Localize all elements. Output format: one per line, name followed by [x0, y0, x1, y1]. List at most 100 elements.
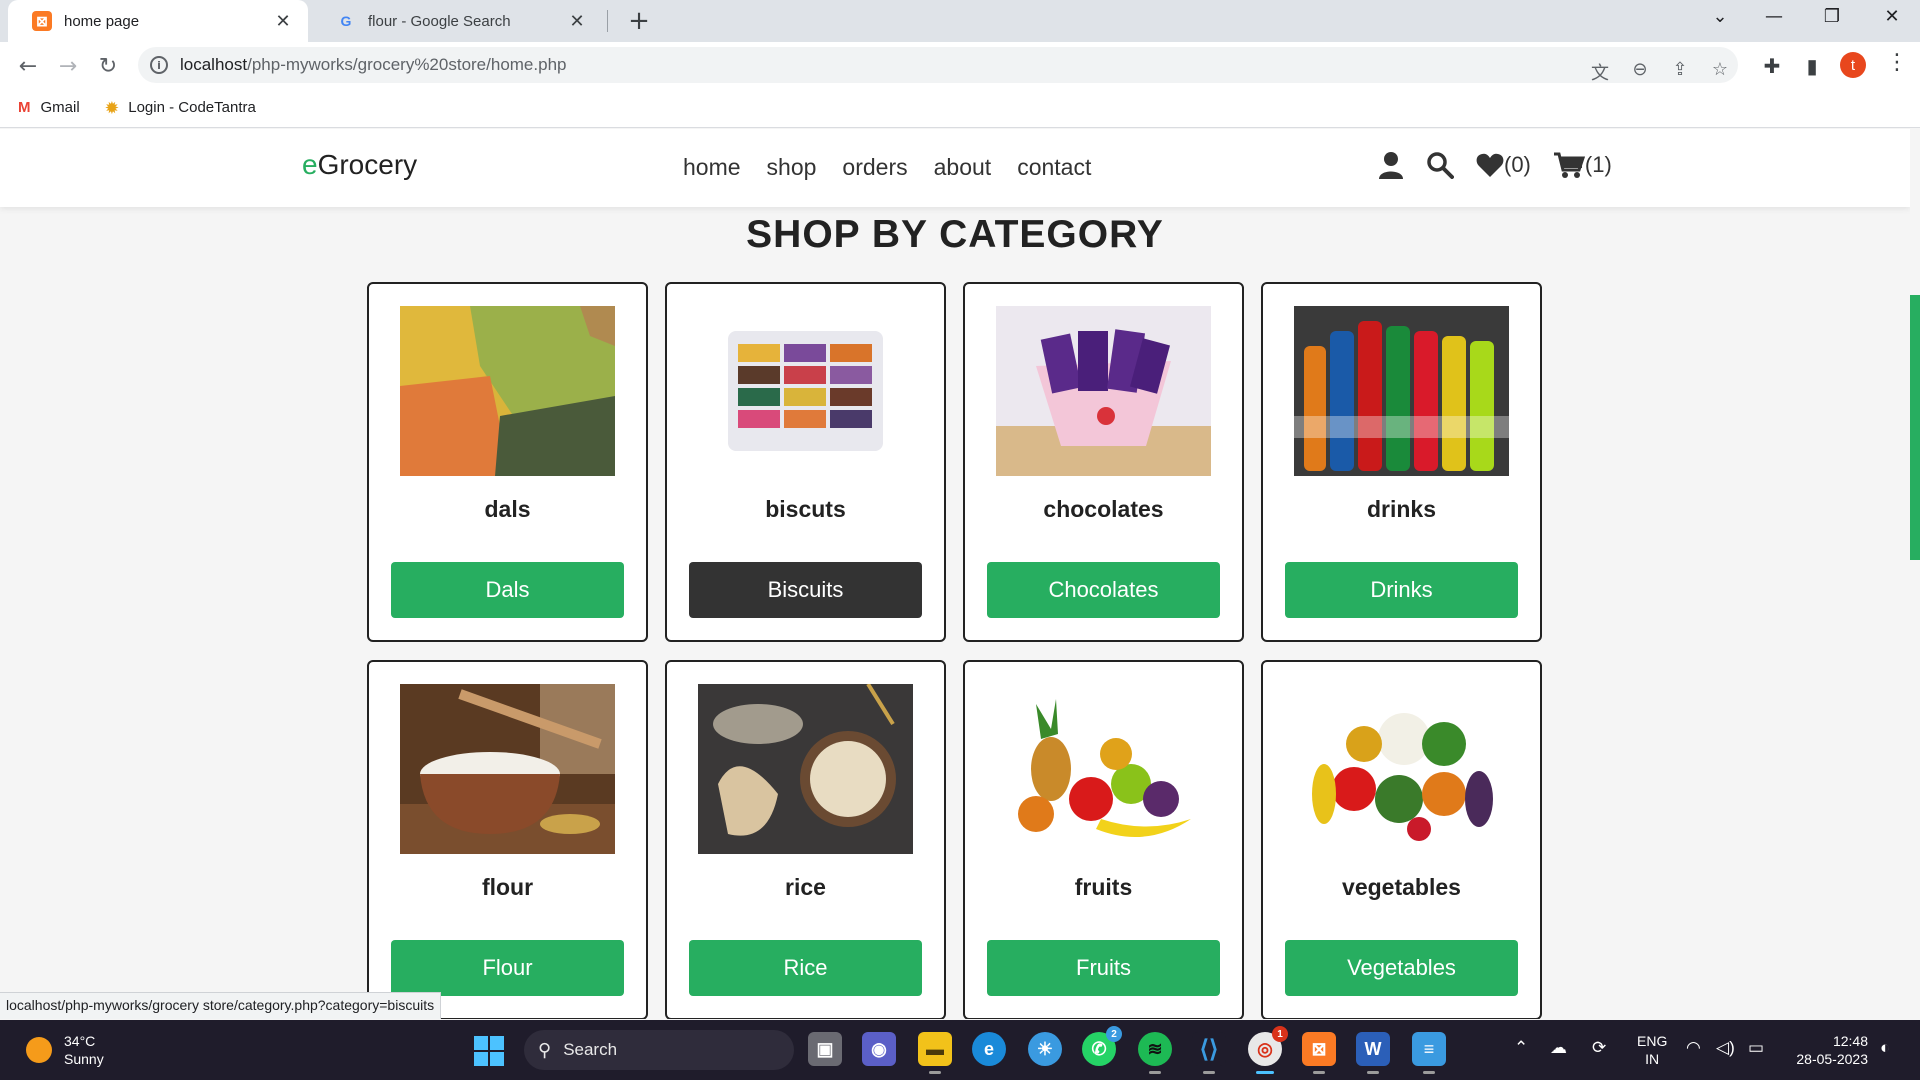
browser-toolbar: ← → ↻ i localhost/php-myworks/grocery%20… — [0, 42, 1920, 88]
battery-icon[interactable]: ▭ — [1748, 1038, 1764, 1058]
vscode-icon[interactable]: ⟨⟩ — [1192, 1032, 1226, 1074]
tab-strip: ⊠ home page ✕ G flour - Google Search ✕ … — [0, 0, 1920, 42]
nav-orders[interactable]: orders — [842, 154, 907, 181]
category-name: dals — [484, 496, 531, 522]
cart-count: (1) — [1584, 152, 1612, 177]
heart-icon — [1476, 153, 1504, 177]
category-card-dals: dals Dals — [367, 282, 648, 642]
nav-shop[interactable]: shop — [767, 154, 817, 181]
tab-home-page[interactable]: ⊠ home page ✕ — [8, 0, 308, 42]
category-button-chocolates[interactable]: Chocolates — [987, 562, 1220, 618]
category-name: fruits — [1074, 874, 1133, 900]
wifi-icon[interactable]: ◠ — [1686, 1038, 1701, 1058]
category-card-flour: flour Flour — [367, 660, 648, 1019]
biscuits-image — [698, 306, 913, 476]
category-button-fruits[interactable]: Fruits — [987, 940, 1220, 996]
side-panel-icon[interactable]: ▮ — [1798, 54, 1826, 78]
spotify-icon[interactable]: ≋ — [1138, 1032, 1172, 1074]
tab-flour-search[interactable]: G flour - Google Search ✕ — [312, 0, 602, 42]
link-status-bar: localhost/php-myworks/grocery store/cate… — [0, 992, 442, 1019]
new-tab-icon[interactable]: + — [624, 6, 654, 36]
word-icon[interactable]: W — [1356, 1032, 1390, 1074]
category-card-biscuits: biscuts Biscuits — [665, 282, 946, 642]
restore-icon[interactable]: ❐ — [1812, 6, 1852, 27]
vegetables-image — [1294, 684, 1509, 854]
category-card-vegetables: vegetables Vegetables — [1261, 660, 1542, 1019]
category-button-rice[interactable]: Rice — [689, 940, 922, 996]
back-icon[interactable]: ← — [12, 50, 44, 82]
file-explorer-icon[interactable]: ▬ — [918, 1032, 952, 1074]
tray-overflow-icon[interactable]: ⌃ — [1514, 1038, 1528, 1058]
cart-link[interactable]: (1) — [1553, 151, 1612, 179]
bookmark-codetantra[interactable]: ✹ Login - CodeTantra — [106, 99, 256, 117]
url-text: localhost/php-myworks/grocery%20store/ho… — [180, 55, 567, 74]
windows-taskbar: 34°C Sunny ⚲ Search ▣ ◉ ▬ e ☀ ✆ 2 ≋ ⟨⟩ ◎ 1… — [0, 1020, 1920, 1080]
weather-widget[interactable]: 34°C Sunny — [26, 1032, 104, 1068]
user-icon[interactable] — [1378, 151, 1404, 179]
onedrive-icon[interactable]: ☁ — [1550, 1038, 1567, 1058]
category-button-flour[interactable]: Flour — [391, 940, 624, 996]
bookmark-star-icon[interactable]: ☆ — [1708, 59, 1732, 80]
notepad-icon[interactable]: ≡ — [1412, 1032, 1446, 1074]
taskbar-search[interactable]: ⚲ Search — [524, 1030, 794, 1070]
whatsapp-icon[interactable]: ✆ 2 — [1082, 1026, 1122, 1066]
teams-chat-icon[interactable]: ◉ — [862, 1032, 896, 1066]
codetantra-icon: ✹ — [105, 99, 119, 117]
share-icon[interactable]: ⇪ — [1668, 59, 1692, 80]
language-indicator[interactable]: ENG IN — [1637, 1032, 1667, 1068]
fruits-image — [996, 684, 1211, 854]
page-scrollbar[interactable] — [1910, 295, 1920, 560]
volume-icon[interactable]: ◁) — [1716, 1038, 1735, 1058]
windows-start-icon[interactable] — [474, 1036, 504, 1071]
chrome-icon[interactable]: ◎ 1 — [1248, 1026, 1288, 1074]
xampp-icon[interactable]: ⊠ — [1302, 1032, 1336, 1074]
forward-icon[interactable]: → — [52, 50, 84, 82]
weather-app-icon[interactable]: ☀ — [1028, 1032, 1062, 1066]
tab-title: home page — [64, 12, 140, 30]
edge-icon[interactable]: e — [972, 1032, 1006, 1066]
more-menu-icon[interactable]: ⋮ — [1886, 50, 1908, 75]
nav-contact[interactable]: contact — [1017, 154, 1091, 181]
weather-temperature: 34°C — [64, 1033, 96, 1049]
gmail-icon: M — [18, 99, 31, 116]
wishlist-link[interactable]: (0) — [1476, 152, 1531, 178]
category-button-biscuits[interactable]: Biscuits — [689, 562, 922, 618]
system-clock[interactable]: 12:48 28-05-2023 — [1786, 1032, 1868, 1068]
profile-avatar[interactable]: t — [1840, 52, 1866, 78]
category-button-dals[interactable]: Dals — [391, 562, 624, 618]
taskbar-search-label: Search — [563, 1040, 618, 1059]
category-name: vegetables — [1342, 874, 1461, 900]
window-close-icon[interactable]: ✕ — [1872, 6, 1912, 27]
sync-icon[interactable]: ⟳ — [1592, 1038, 1606, 1058]
whatsapp-badge: 2 — [1106, 1026, 1122, 1042]
main-nav: home shop orders about contact — [683, 154, 1117, 181]
wishlist-count: (0) — [1504, 152, 1531, 177]
drinks-image — [1294, 306, 1509, 476]
category-button-drinks[interactable]: Drinks — [1285, 562, 1518, 618]
page-content: eGrocery home shop orders about contact … — [0, 129, 1910, 1019]
site-info-icon[interactable]: i — [150, 56, 168, 74]
address-bar[interactable]: i localhost/php-myworks/grocery%20store/… — [138, 47, 1738, 85]
notifications-icon[interactable]: ◐ — [1880, 1038, 1890, 1058]
translate-icon[interactable]: 文 — [1588, 59, 1612, 85]
task-view-icon[interactable]: ▣ — [808, 1032, 842, 1066]
cart-icon — [1553, 152, 1585, 178]
search-icon[interactable] — [1426, 151, 1454, 179]
category-button-vegetables[interactable]: Vegetables — [1285, 940, 1518, 996]
nav-home[interactable]: home — [683, 154, 741, 181]
bookmark-gmail[interactable]: M Gmail — [18, 99, 80, 116]
site-logo[interactable]: eGrocery — [302, 149, 417, 181]
nav-about[interactable]: about — [934, 154, 992, 181]
tab-search-icon[interactable]: ⌄ — [1700, 6, 1740, 27]
tab-title: flour - Google Search — [368, 12, 511, 30]
zoom-out-icon[interactable]: ⊖ — [1628, 59, 1652, 80]
minimize-icon[interactable]: — — [1754, 6, 1794, 27]
close-icon[interactable]: ✕ — [272, 11, 294, 32]
close-icon[interactable]: ✕ — [566, 11, 588, 32]
extensions-icon[interactable]: ✚ — [1758, 54, 1786, 78]
category-name: flour — [481, 874, 534, 900]
category-name: chocolates — [1043, 496, 1164, 522]
category-name: rice — [785, 874, 826, 900]
reload-icon[interactable]: ↻ — [92, 50, 124, 82]
xampp-favicon-icon: ⊠ — [32, 11, 52, 31]
